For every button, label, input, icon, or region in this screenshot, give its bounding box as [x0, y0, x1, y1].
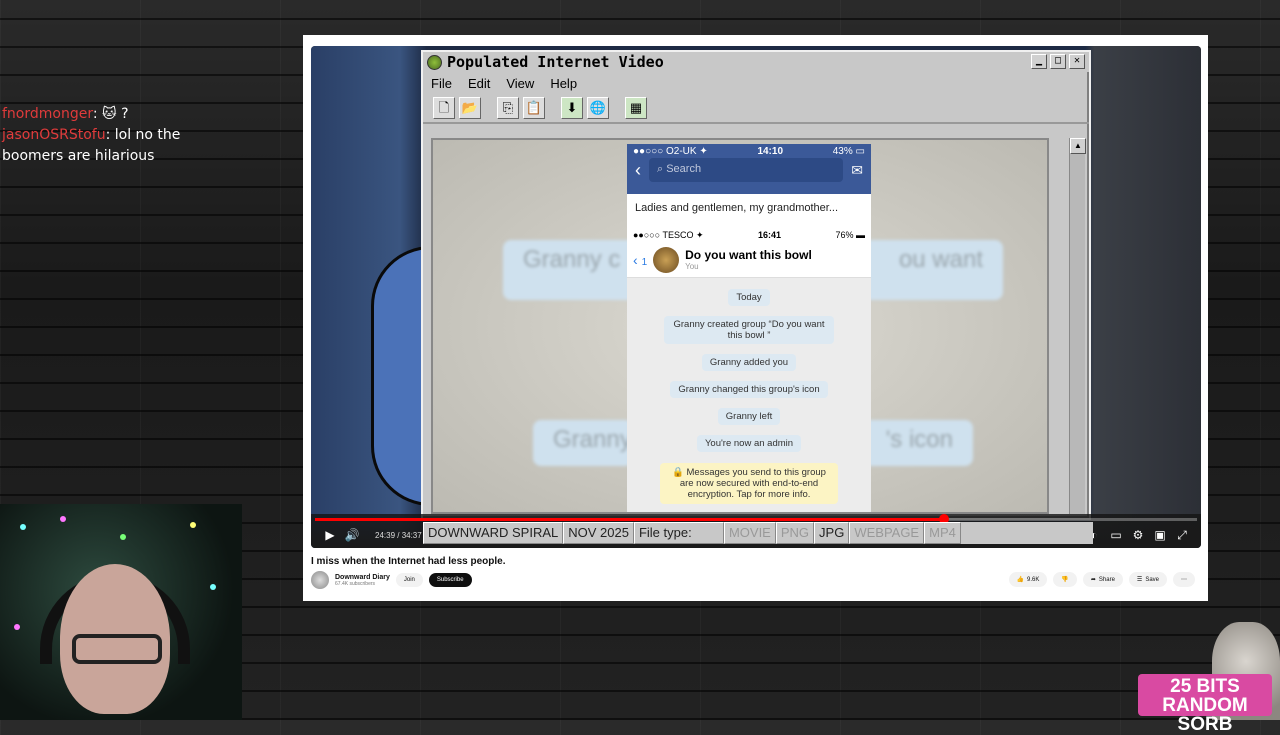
webcam-feed [0, 504, 242, 720]
new-file-icon[interactable]: 🗋 [433, 97, 455, 119]
type-movie: MOVIE [723, 522, 776, 544]
whatsapp-status: ●●○○○ TESCO ✦ 16:41 76% ▬ [627, 228, 871, 242]
maximize-button[interactable]: □ [1050, 54, 1066, 69]
close-button[interactable]: ✕ [1069, 54, 1085, 69]
copy-icon[interactable]: ⎘ [497, 97, 519, 119]
channel-name[interactable]: Downward Diary [335, 574, 390, 581]
phone-screenshot: ●●○○○ O2-UK ✦ 14:10 43% ▭ ‹ ⌕ Search ✉ L… [627, 144, 871, 512]
message-list: Today Granny created group “Do you want … [627, 278, 871, 510]
toolbar: 🗋 📂 ⎘ 📋 ⬇ 🌐 ▦ [423, 94, 1089, 124]
open-folder-icon[interactable]: 📂 [459, 97, 481, 119]
search-input[interactable]: ⌕ Search [649, 158, 844, 182]
video-title: I miss when the Internet had less people… [311, 556, 506, 567]
thumbs-down-icon: 👎 [1061, 577, 1069, 583]
back-arrow-icon[interactable]: ‹ [635, 160, 641, 181]
settings-gear-icon[interactable]: ⚙ [1127, 528, 1149, 542]
content-viewport: Granny c ou want Granny 's icon ●●○○○ O2… [431, 138, 1049, 514]
save-button[interactable]: ☰ Save [1128, 572, 1167, 587]
like-button[interactable]: 👍 9.6K [1008, 572, 1048, 587]
system-message: Granny created group “Do you want this b… [664, 316, 834, 344]
type-jpg: JPG [814, 522, 850, 544]
volume-icon[interactable]: 🔊 [341, 528, 363, 542]
window-titlebar[interactable]: Populated Internet Video ▁ □ ✕ [423, 52, 1089, 72]
video-meta: I miss when the Internet had less people… [311, 553, 1201, 597]
share-icon: ➦ [1090, 577, 1096, 583]
brand-logo: 25 BITS RANDOM SORB [1138, 674, 1272, 734]
channel-field: DOWNWARD SPIRAL [423, 522, 564, 544]
channel-avatar[interactable] [311, 571, 329, 589]
encryption-notice[interactable]: 🔒 Messages you send to this group are no… [660, 463, 838, 504]
chat-header: ‹ 1 Do you want this bowl You [627, 242, 871, 278]
filetype-label: File type: [633, 522, 724, 544]
thumbs-up-icon: 👍 [1016, 577, 1025, 583]
system-message: You're now an admin [696, 435, 802, 452]
menu-edit[interactable]: Edit [468, 76, 490, 91]
system-message: Granny left [717, 408, 781, 425]
video-player[interactable]: Populated Internet Video ▁ □ ✕ File Edit… [311, 46, 1201, 548]
save-icon: ☰ [1136, 577, 1143, 583]
download-icon[interactable]: ⬇ [561, 97, 583, 119]
play-icon[interactable]: ▶ [319, 528, 341, 542]
subtitles-icon[interactable]: ▭ [1105, 528, 1127, 542]
date-field: NOV 2025 [563, 522, 634, 544]
chat-message: fnordmonger: 🐱 ? [2, 106, 129, 122]
progress-bar[interactable] [315, 514, 1197, 524]
more-icon[interactable]: ⋯ [1173, 572, 1195, 587]
post-caption: Ladies and gentlemen, my grandmother... [627, 194, 871, 228]
dislike-button[interactable]: 👎 [1053, 572, 1077, 587]
window-title: Populated Internet Video [447, 53, 664, 71]
type-webpage: WEBPAGE [849, 522, 925, 544]
minimize-button[interactable]: ▁ [1031, 54, 1047, 69]
scroll-up-icon[interactable]: ▲ [1070, 138, 1086, 154]
join-button[interactable]: Join [395, 573, 423, 587]
time-display: 24:39 / 34:37 [375, 530, 422, 540]
back-icon[interactable]: ‹ 1 [633, 252, 647, 268]
fullscreen-icon[interactable]: ⤢ [1171, 528, 1193, 543]
subscribe-button[interactable]: Subscribe [428, 573, 472, 587]
globe-icon[interactable]: 🌐 [587, 97, 609, 119]
menu-file[interactable]: File [431, 76, 452, 91]
scrollbar[interactable]: ▲ [1069, 138, 1086, 514]
chat-message: jasonOSRStofu: lol no the boomers are hi… [2, 127, 181, 164]
type-mp4: MP4 [924, 522, 961, 544]
grid-icon[interactable]: ▦ [625, 97, 647, 119]
messenger-icon[interactable]: ✉ [851, 162, 863, 179]
group-avatar [653, 246, 680, 273]
facebook-header: ●●○○○ O2-UK ✦ 14:10 43% ▭ ‹ ⌕ Search ✉ [627, 144, 871, 194]
type-png: PNG [775, 522, 815, 544]
chat-user: fnordmonger [2, 106, 93, 122]
system-message: Today [728, 289, 770, 306]
menu-view[interactable]: View [506, 76, 534, 91]
system-message: Granny added you [701, 354, 797, 371]
paste-icon[interactable]: 📋 [523, 97, 545, 119]
retro-window: Populated Internet Video ▁ □ ✕ File Edit… [421, 50, 1091, 520]
system-message: Granny changed this group's icon [670, 381, 828, 398]
share-button[interactable]: ➦ Share [1082, 572, 1123, 587]
chat-text: 🐱 ? [102, 106, 129, 122]
group-name: Do you want this bowl [685, 248, 812, 262]
subscriber-count: 67.4K subscribers [335, 580, 376, 587]
app-icon [427, 54, 442, 70]
chat-user: jasonOSRStofu [2, 127, 106, 143]
menu-bar: File Edit View Help [423, 72, 1089, 94]
miniplayer-icon[interactable]: ▣ [1149, 528, 1171, 542]
menu-help[interactable]: Help [550, 76, 577, 91]
retro-status-bar: DOWNWARD SPIRAL NOV 2025 File type: MOVI… [423, 522, 1093, 544]
stream-chat: fnordmonger: 🐱 ? jasonOSRStofu: lol no t… [2, 104, 232, 167]
